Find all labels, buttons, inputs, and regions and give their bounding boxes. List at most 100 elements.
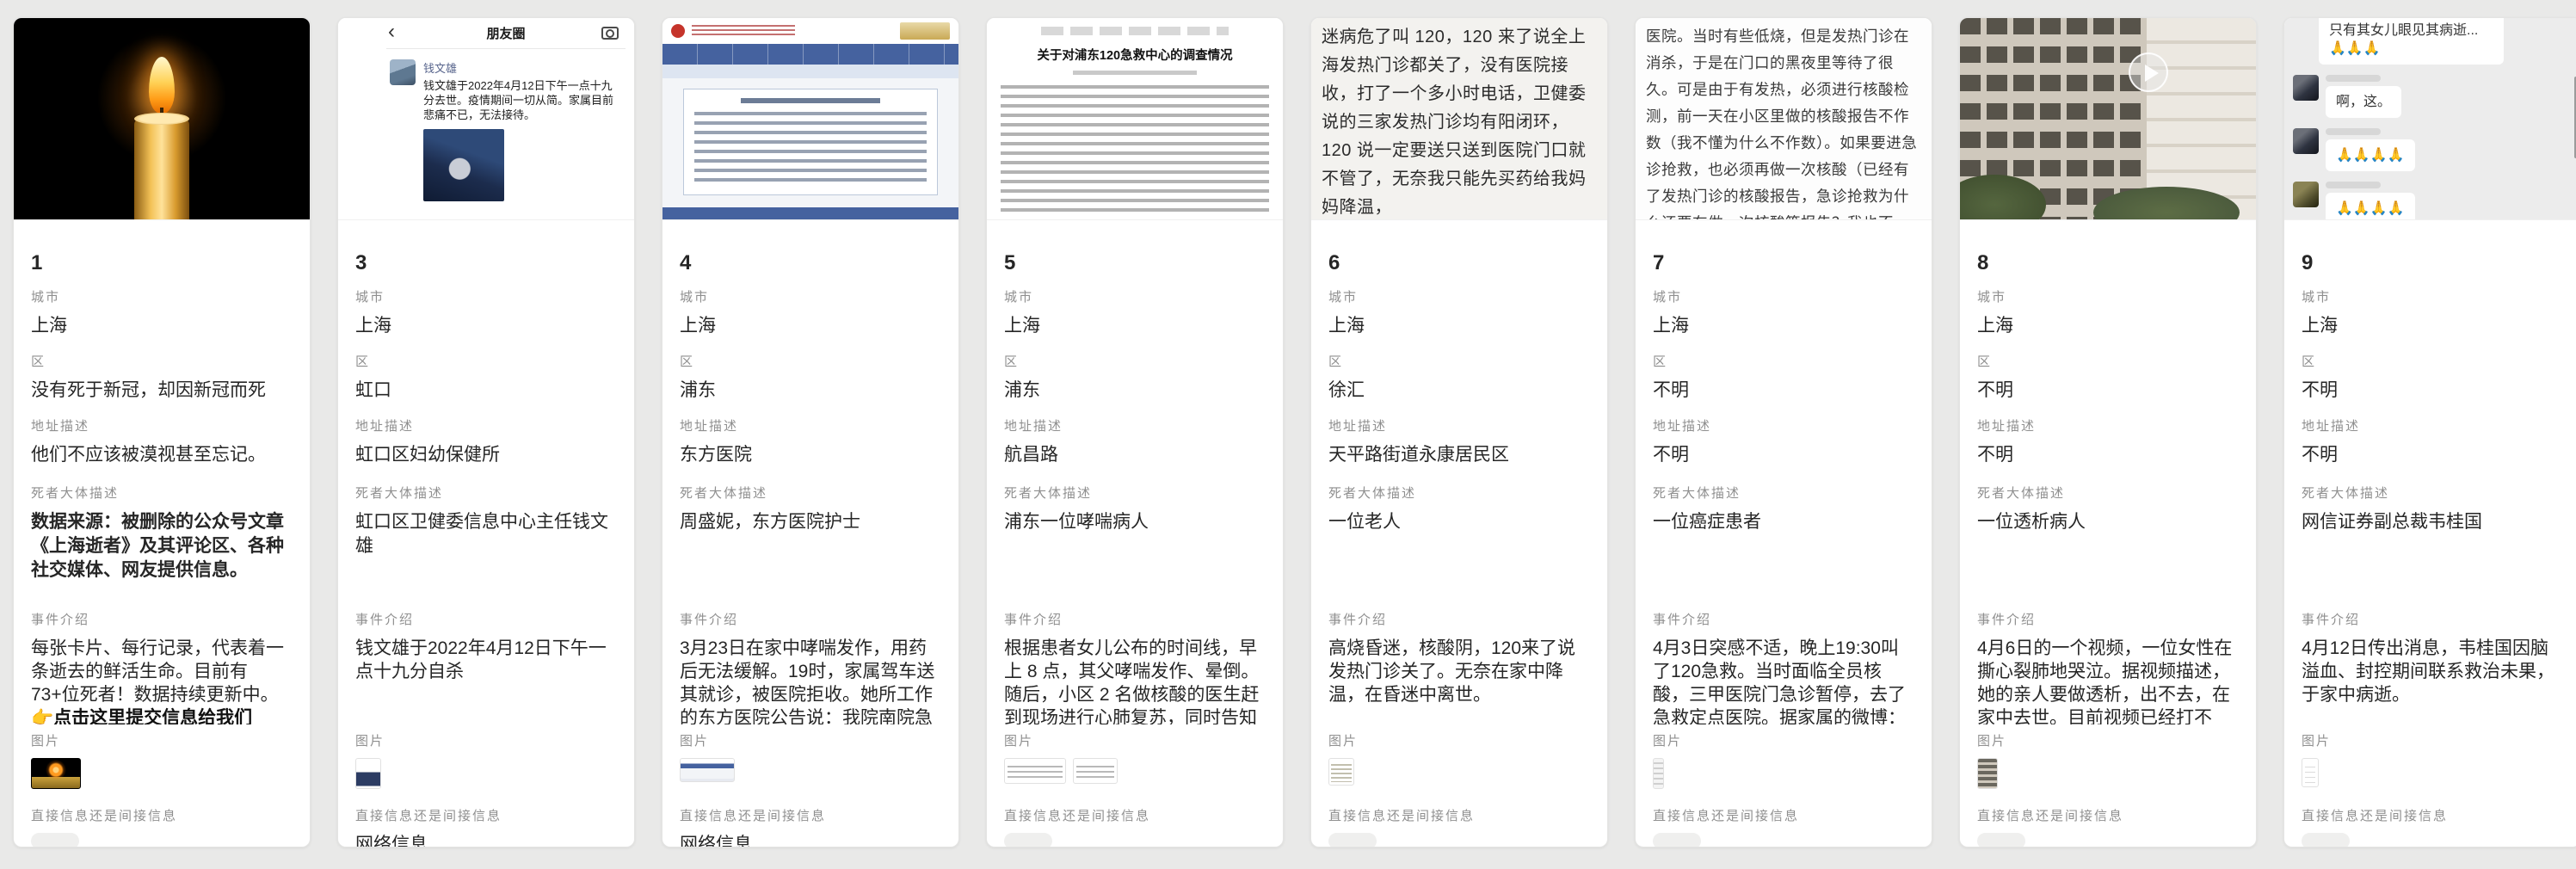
- address-value: 不明: [1977, 443, 2239, 467]
- image-thumbs: [31, 758, 293, 789]
- field-label-city: 城市: [680, 289, 941, 306]
- district-value: 徐汇: [1328, 379, 1590, 403]
- chat-screenshot-thumbnail[interactable]: [2302, 758, 2319, 787]
- record-card[interactable]: 关于对浦东120急救中心的调查情况 5 城市 上海 区 浦东 地址描述 航昌路: [986, 17, 1284, 847]
- event-value: 3月23日在家中哮喘发作，用药后无法缓解。19时，家属驾车送其就诊，被医院拒收。…: [680, 637, 941, 724]
- field-label-deceased: 死者大体描述: [2302, 485, 2563, 502]
- deceased-value: 周盛妮，东方医院护士: [680, 510, 941, 534]
- chat-username-blurred: [2326, 182, 2381, 188]
- card-number: 4: [680, 220, 941, 280]
- avatar: [2293, 182, 2319, 207]
- field-label-city: 城市: [31, 289, 293, 306]
- district-value: 没有死于新冠，却因新冠而死: [31, 379, 293, 403]
- card-cover-image[interactable]: 医院。当时有些低烧，但是发热门诊在消杀，于是在门口的黑夜里等待了很久。可是由于有…: [1636, 18, 1932, 220]
- field-label-event: 事件介绍: [680, 612, 941, 629]
- record-card[interactable]: 8 城市 上海 区 不明 地址描述 不明 死者大体描述 一位透析病人 事件介绍 …: [1959, 17, 2257, 847]
- document-thumbnail[interactable]: [1004, 758, 1066, 784]
- address-value: 不明: [1653, 443, 1914, 467]
- record-card[interactable]: 迷病危了叫 120，120 来了说全上海发热门诊都关了，没有医院接收，打了一个多…: [1310, 17, 1608, 847]
- city-value: 上海: [680, 314, 941, 338]
- field-label-city: 城市: [1328, 289, 1590, 306]
- image-thumbs: [2302, 758, 2563, 787]
- narrow-screenshot-thumbnail[interactable]: [1653, 758, 1664, 789]
- field-label-address: 地址描述: [31, 418, 293, 435]
- field-label-event: 事件介绍: [1653, 612, 1914, 629]
- city-value: 上海: [31, 314, 293, 338]
- wechat-moments-screenshot: ‹ 朋友圈 钱文雄 钱文雄于2022年4月12日下午一点十九分去世。疫情期间一切…: [338, 18, 634, 219]
- direct-info-value: [2302, 833, 2350, 847]
- address-value: 天平路街道永康居民区: [1328, 443, 1590, 467]
- field-label-direct: 直接信息还是间接信息: [31, 808, 293, 825]
- record-card[interactable]: ‹ 朋友圈 钱文雄 钱文雄于2022年4月12日下午一点十九分去世。疫情期间一切…: [337, 17, 635, 847]
- field-label-deceased: 死者大体描述: [31, 485, 293, 502]
- card-cover-image[interactable]: [14, 18, 310, 220]
- field-label-event: 事件介绍: [1977, 612, 2239, 629]
- address-value: 他们不应该被漠视甚至忘记。: [31, 443, 293, 467]
- card-cover-image[interactable]: [1960, 18, 2256, 220]
- candle-thumbnail[interactable]: [31, 758, 81, 789]
- avatar: [2293, 75, 2319, 101]
- field-label-address: 地址描述: [680, 418, 941, 435]
- card-cover-image[interactable]: 只有其女儿眼见其病逝...🙏🙏🙏 啊，这。 🙏🙏🙏🙏: [2284, 18, 2576, 220]
- district-value: 不明: [1977, 379, 2239, 403]
- field-label-image: 图片: [1004, 733, 1266, 750]
- field-label-address: 地址描述: [1004, 418, 1266, 435]
- website-footer-bar: [662, 207, 958, 219]
- field-label-city: 城市: [1977, 289, 2239, 306]
- field-label-image: 图片: [1328, 733, 1590, 750]
- record-card[interactable]: 4 城市 上海 区 浦东 地址描述 东方医院 死者大体描述 周盛妮，东方医院护士…: [662, 17, 959, 847]
- field-label-image: 图片: [2302, 733, 2563, 750]
- card-number: 8: [1977, 220, 2239, 280]
- card-cover-image[interactable]: 关于对浦东120急救中心的调查情况: [987, 18, 1283, 220]
- field-label-deceased: 死者大体描述: [1977, 485, 2239, 502]
- field-label-district: 区: [1977, 354, 2239, 371]
- play-button-icon[interactable]: [2129, 52, 2168, 92]
- field-label-deceased: 死者大体描述: [1653, 485, 1914, 502]
- record-card[interactable]: 1 城市 上海 区 没有死于新冠，却因新冠而死 地址描述 他们不应该被漠视甚至忘…: [13, 17, 311, 847]
- card-cover-image[interactable]: [662, 18, 958, 220]
- field-label-direct: 直接信息还是间接信息: [1328, 808, 1590, 825]
- group-chat-screenshot: 只有其女儿眼见其病逝...🙏🙏🙏 啊，这。 🙏🙏🙏🙏: [2284, 18, 2576, 219]
- address-value: 虹口区妇幼保健所: [355, 443, 617, 467]
- avatar: [390, 59, 416, 85]
- text-screenshot-thumbnail[interactable]: [1328, 758, 1354, 786]
- field-label-event: 事件介绍: [2302, 612, 2563, 629]
- document-thumbnail[interactable]: [1073, 758, 1118, 784]
- card-cover-image[interactable]: ‹ 朋友圈 钱文雄 钱文雄于2022年4月12日下午一点十九分去世。疫情期间一切…: [338, 18, 634, 220]
- website-sub-bar: [662, 65, 958, 78]
- avatar: [2293, 128, 2319, 154]
- hospital-website-screenshot: [662, 18, 958, 219]
- field-label-event: 事件介绍: [355, 612, 617, 629]
- field-label-direct: 直接信息还是间接信息: [1653, 808, 1914, 825]
- building-photo-thumbnail[interactable]: [1977, 758, 1998, 789]
- hospital-seal-logo: [671, 24, 685, 38]
- event-link[interactable]: 👉点击这里提交信息给我们: [31, 706, 293, 724]
- city-value: 上海: [355, 314, 617, 338]
- city-value: 上海: [1328, 314, 1590, 338]
- chat-bubble: 🙏🙏🙏🙏: [2326, 139, 2415, 171]
- field-label-city: 城市: [2302, 289, 2563, 306]
- field-label-city: 城市: [355, 289, 617, 306]
- record-card[interactable]: 只有其女儿眼见其病逝...🙏🙏🙏 啊，这。 🙏🙏🙏🙏: [2283, 17, 2576, 847]
- deceased-value: 浦东一位哮喘病人: [1004, 510, 1266, 534]
- district-value: 浦东: [1004, 379, 1266, 403]
- city-value: 上海: [2302, 314, 2563, 338]
- moments-post-photo: [423, 129, 504, 201]
- field-label-district: 区: [2302, 354, 2563, 371]
- website-screenshot-thumbnail[interactable]: [680, 758, 735, 782]
- moments-title: 朋友圈: [486, 24, 525, 42]
- direct-info-value: [1328, 833, 1377, 847]
- candle-body: [134, 118, 189, 220]
- field-label-district: 区: [680, 354, 941, 371]
- record-card[interactable]: 医院。当时有些低烧，但是发热门诊在消杀，于是在门口的黑夜里等待了很久。可是由于有…: [1635, 17, 1932, 847]
- image-thumbs: [1653, 758, 1914, 789]
- text-screenshot: 迷病危了叫 120，120 来了说全上海发热门诊都关了，没有医院接收，打了一个多…: [1311, 18, 1607, 219]
- wechat-screenshot-thumbnail[interactable]: [355, 758, 381, 789]
- field-label-district: 区: [31, 354, 293, 371]
- document-title: 关于对浦东120急救中心的调查情况: [1001, 46, 1269, 64]
- deceased-value: 一位透析病人: [1977, 510, 2239, 534]
- card-cover-image[interactable]: 迷病危了叫 120，120 来了说全上海发热门诊都关了，没有医院接收，打了一个多…: [1311, 18, 1607, 220]
- address-value: 航昌路: [1004, 443, 1266, 467]
- chat-bubble: 啊，这。: [2326, 86, 2401, 118]
- field-label-image: 图片: [1653, 733, 1914, 750]
